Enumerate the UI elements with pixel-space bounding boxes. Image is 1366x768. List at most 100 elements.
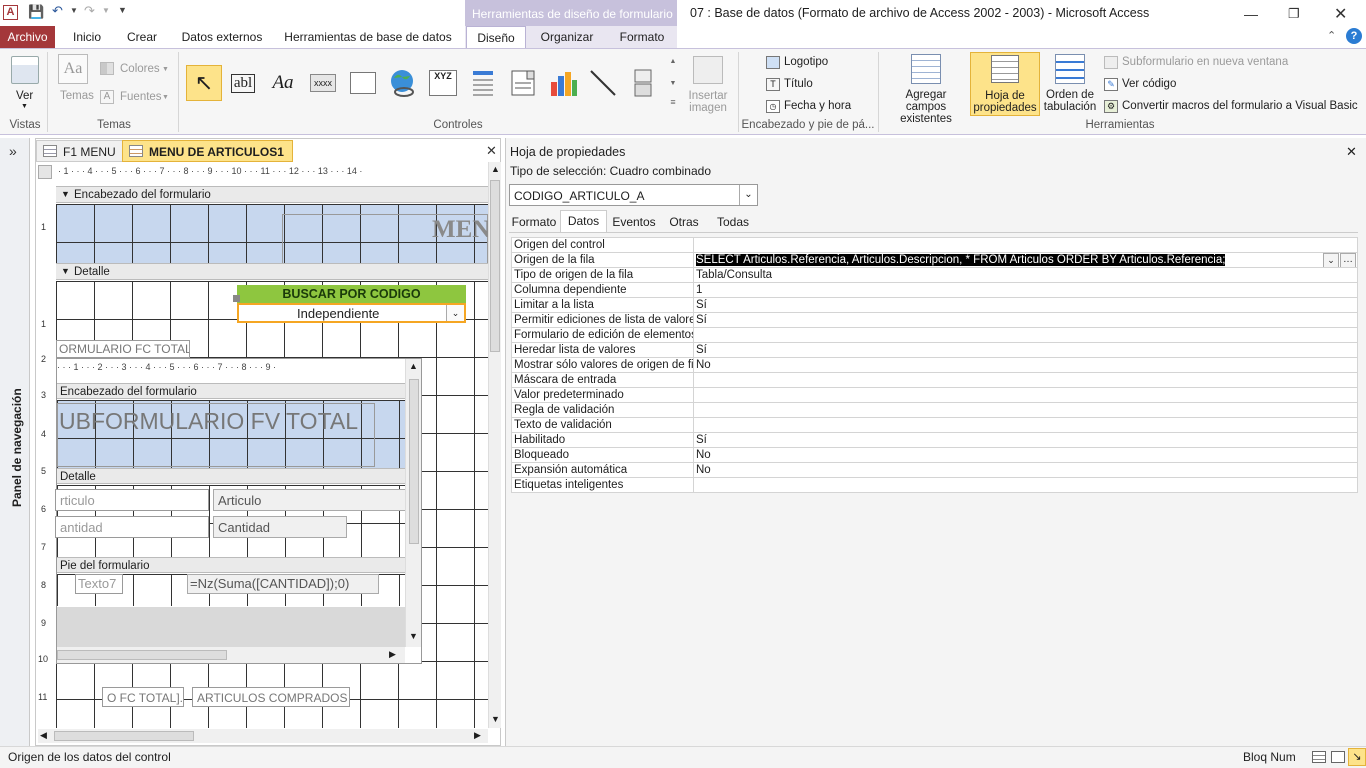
label-control-icon[interactable]: Aa — [266, 66, 300, 100]
view-code-button[interactable]: ✎ Ver código — [1102, 76, 1222, 94]
property-value[interactable]: Sí — [693, 432, 1358, 448]
property-value[interactable]: No — [693, 462, 1358, 478]
undo-icon[interactable]: ↶ — [52, 3, 63, 19]
nz-suma-field[interactable]: =Nz(Suma([CANTIDAD]);0) — [187, 574, 379, 594]
access-app-icon[interactable]: A — [3, 5, 18, 20]
row-source-builder-icon[interactable]: … — [1340, 253, 1356, 267]
prop-tab-todas[interactable]: Todas — [710, 212, 756, 232]
customize-qat-icon[interactable]: ▼ — [118, 5, 127, 15]
property-row[interactable]: Tipo de origen de la fila Tabla/Consulta — [511, 267, 1358, 283]
subform-detail-section-bar[interactable]: Detalle — [57, 468, 405, 484]
property-value[interactable] — [693, 387, 1358, 403]
scroll-right-icon[interactable]: ▶ — [474, 730, 481, 741]
form-selector[interactable] — [38, 165, 52, 179]
property-row[interactable]: Etiquetas inteligentes — [511, 477, 1358, 493]
layout-view-icon[interactable] — [1331, 751, 1345, 763]
prop-tab-formato[interactable]: Formato — [509, 212, 559, 232]
cantidad-label[interactable]: antidad — [55, 516, 209, 538]
save-icon[interactable]: 💾 — [28, 4, 44, 20]
subform-control[interactable]: · · · 1 · · · 2 · · · 3 · · · 4 · · · 5 … — [55, 358, 422, 664]
scroll-down-icon[interactable]: ▼ — [409, 631, 418, 641]
title-button[interactable]: T Título — [764, 76, 844, 94]
property-row[interactable]: Formulario de edición de elementos — [511, 327, 1358, 343]
colors-button[interactable]: Colores ▼ — [100, 60, 172, 78]
row-source-sql[interactable]: SELECT Articulos.Referencia, Articulos.D… — [696, 254, 1226, 266]
scroll-left-icon[interactable]: ◀ — [40, 730, 47, 741]
scroll-thumb[interactable] — [490, 180, 500, 352]
articulo-field[interactable]: Articulo — [213, 489, 409, 511]
hyperlink-control-icon[interactable] — [386, 66, 420, 100]
tab-herramientas-bd[interactable]: Herramientas de base de datos — [280, 26, 456, 48]
property-value[interactable] — [693, 237, 1358, 253]
view-button[interactable]: Ver ▼ — [6, 54, 44, 114]
tab-order-button[interactable]: Orden de tabulación — [1040, 54, 1100, 116]
controls-more-icon[interactable]: ≡ — [667, 97, 679, 111]
web-browser-control-icon[interactable]: XYZ — [426, 66, 460, 100]
prop-tab-otras[interactable]: Otras — [662, 212, 706, 232]
selection-handle[interactable] — [233, 295, 240, 302]
object-selector-dropdown-icon[interactable]: ⌄ — [739, 185, 757, 205]
form-header-section-bar[interactable]: ▼ Encabezado del formulario — [56, 186, 488, 203]
line-control-icon[interactable] — [586, 66, 620, 100]
scroll-down-icon[interactable]: ▼ — [491, 714, 500, 724]
tab-datos-externos[interactable]: Datos externos — [176, 26, 268, 48]
property-value[interactable]: SELECT Articulos.Referencia, Articulos.D… — [693, 252, 1358, 268]
property-row[interactable]: Regla de validación — [511, 402, 1358, 418]
property-row[interactable]: Máscara de entrada — [511, 372, 1358, 388]
combo-dropdown-icon[interactable]: ⌄ — [446, 305, 464, 321]
property-sheet-button[interactable]: Hoja de propiedades — [970, 52, 1040, 116]
property-value[interactable]: Sí — [693, 312, 1358, 328]
subform-horizontal-scrollbar[interactable]: ▶ — [57, 647, 405, 663]
subform-header-section-bar[interactable]: Encabezado del formulario — [57, 383, 405, 399]
form-horizontal-scrollbar[interactable]: ◀ ▶ — [38, 729, 488, 743]
cantidad-field[interactable]: Cantidad — [213, 516, 347, 538]
controls-scroll-up-icon[interactable]: ▲ — [667, 58, 679, 72]
form-view-icon[interactable] — [1312, 751, 1326, 763]
property-row[interactable]: Bloqueado No — [511, 447, 1358, 463]
toggle-control-icon[interactable] — [626, 66, 660, 100]
close-window-icon[interactable]: ✕ — [1334, 4, 1347, 24]
property-value[interactable] — [693, 417, 1358, 433]
subform-vertical-scrollbar[interactable]: ▲ ▼ — [405, 359, 421, 647]
insert-image-button[interactable]: Insertar imagen — [686, 54, 730, 116]
tab-formato[interactable]: Formato — [610, 26, 674, 48]
redo-icon[interactable]: ↷ — [84, 3, 95, 19]
tab-crear[interactable]: Crear — [120, 26, 164, 48]
date-time-button[interactable]: ◷ Fecha y hora — [764, 98, 854, 116]
tab-diseno[interactable]: Diseño — [466, 26, 526, 49]
nav-pane-toggle-icon[interactable]: » — [9, 143, 17, 159]
redo-dropdown-icon[interactable]: ▼ — [102, 6, 110, 15]
navigation-control-icon[interactable] — [466, 66, 500, 100]
property-row[interactable]: Permitir ediciones de lista de valores Sí — [511, 312, 1358, 328]
logo-button[interactable]: Logotipo — [764, 54, 844, 72]
prop-tab-datos[interactable]: Datos — [560, 210, 607, 233]
subform-new-window-button[interactable]: Subformulario en nueva ventana — [1102, 54, 1302, 72]
property-row[interactable]: Mostrar sólo valores de origen de fila No — [511, 357, 1358, 373]
property-row[interactable]: Limitar a la lista Sí — [511, 297, 1358, 313]
property-row[interactable]: Origen del control — [511, 237, 1358, 253]
buscar-label[interactable]: BUSCAR POR CODIGO — [237, 285, 466, 303]
select-pointer-icon[interactable]: ↖ — [186, 65, 222, 101]
property-value[interactable]: Tabla/Consulta — [693, 267, 1358, 283]
scroll-thumb[interactable] — [409, 379, 419, 544]
prop-tab-eventos[interactable]: Eventos — [610, 212, 658, 232]
property-row[interactable]: Valor predeterminado — [511, 387, 1358, 403]
controls-scroll-down-icon[interactable]: ▼ — [667, 80, 679, 94]
combo-box-control-icon[interactable] — [506, 66, 540, 100]
add-existing-fields-button[interactable]: Agregar campos existentes — [882, 54, 970, 125]
doc-tab-f1-menu[interactable]: F1 MENU — [36, 140, 125, 162]
property-value[interactable]: Sí — [693, 297, 1358, 313]
tab-inicio[interactable]: Inicio — [64, 26, 110, 48]
row-source-dropdown-icon[interactable]: ⌄ — [1323, 253, 1339, 267]
property-value[interactable]: No — [693, 447, 1358, 463]
close-property-sheet-icon[interactable]: ✕ — [1346, 144, 1357, 160]
scroll-right-icon[interactable]: ▶ — [389, 649, 396, 660]
tab-organizar[interactable]: Organizar — [532, 26, 602, 48]
property-row[interactable]: Columna dependiente 1 — [511, 282, 1358, 298]
subform-footer-section-bar[interactable]: Pie del formulario — [57, 557, 405, 573]
scroll-up-icon[interactable]: ▲ — [409, 361, 418, 371]
chart-control-icon[interactable] — [546, 66, 580, 100]
undo-dropdown-icon[interactable]: ▼ — [70, 6, 78, 15]
property-value[interactable]: No — [693, 357, 1358, 373]
articulos-comprados-label[interactable]: ARTICULOS COMPRADOS — [192, 687, 350, 707]
